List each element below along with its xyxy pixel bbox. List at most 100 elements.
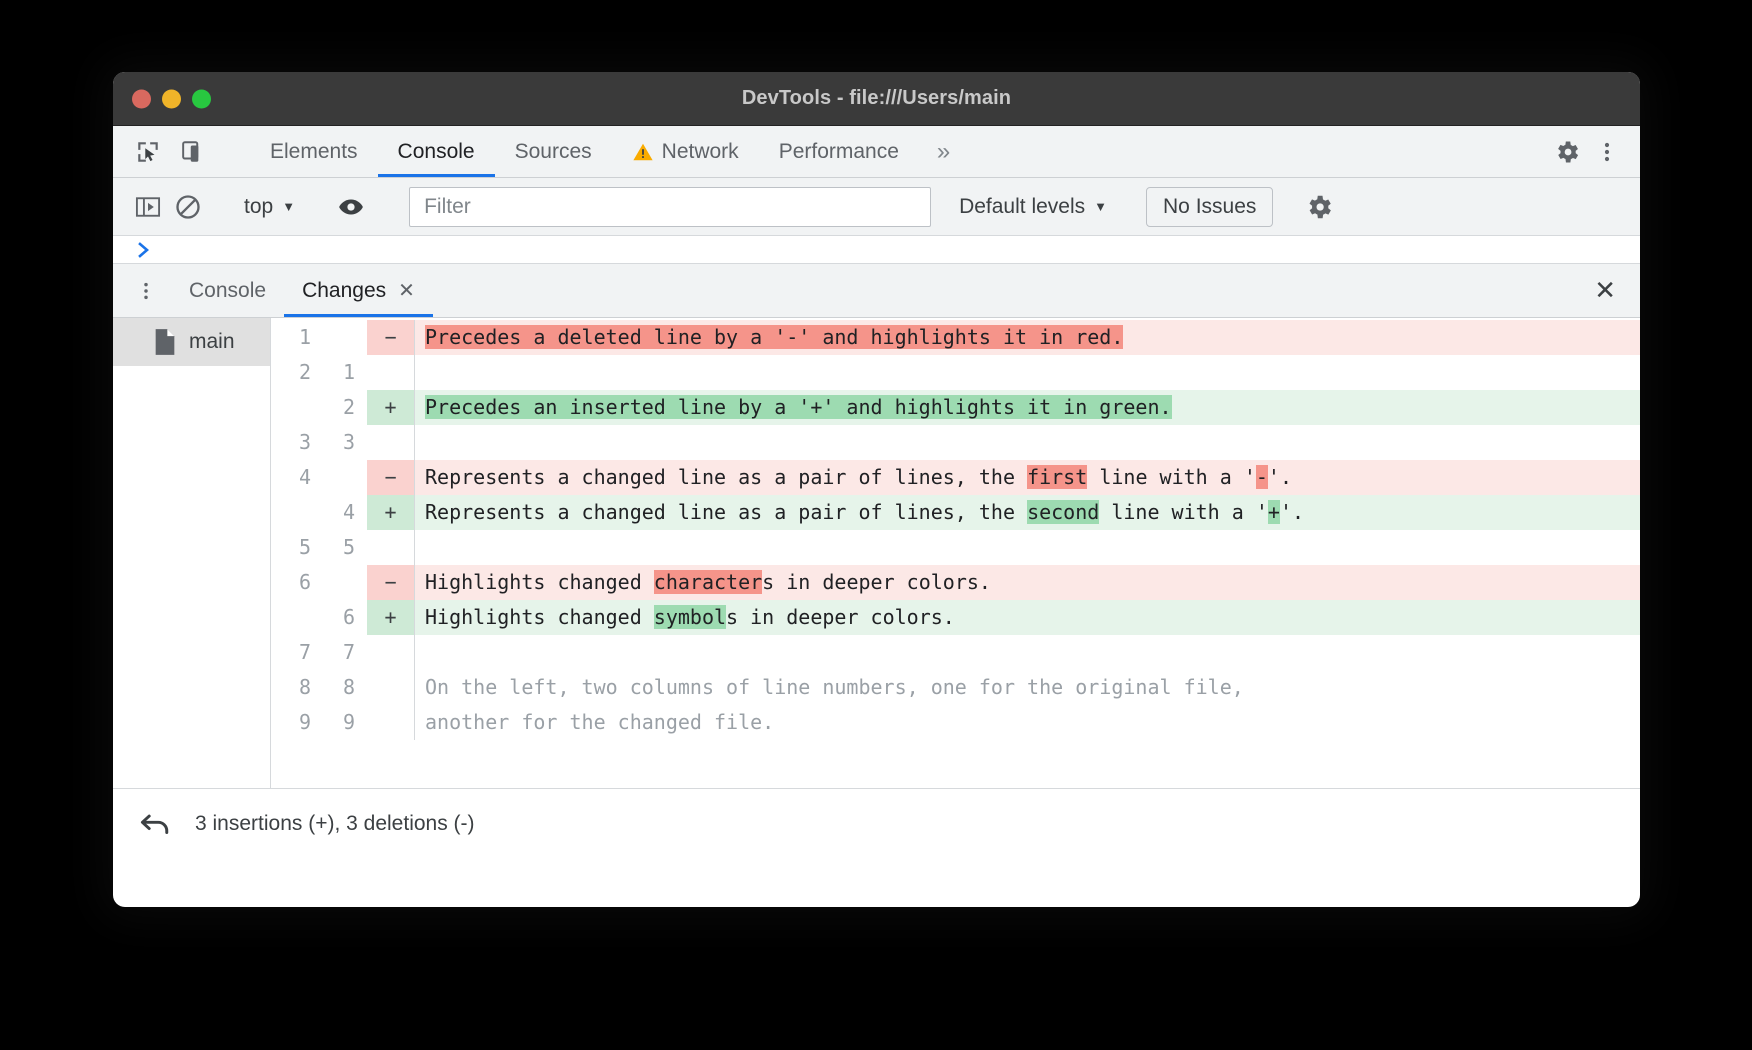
diff-line-number-original: 9 [271,705,315,740]
console-prompt-row[interactable] [113,236,1640,264]
diff-marker [367,705,415,740]
changes-footer: 3 insertions (+), 3 deletions (-) [113,788,1640,858]
tab-network[interactable]: Network [612,126,759,177]
diff-marker: + [367,390,415,425]
traffic-light-buttons [132,89,211,108]
panel-icon-group [113,126,250,177]
diff-changed-segment: - [1256,465,1268,489]
log-levels-selector[interactable]: Default levels ▼ [949,195,1117,219]
log-levels-label: Default levels [959,195,1085,219]
issues-button[interactable]: No Issues [1146,187,1273,227]
diff-line-number-changed: 5 [315,530,359,565]
console-sidebar-icon[interactable] [131,190,165,224]
device-toolbar-icon[interactable] [177,135,211,169]
tab-performance-label: Performance [779,140,899,164]
diff-line-number-changed: 3 [315,425,359,460]
diff-changed-segment: character [654,570,762,594]
diff-line-number-original: 6 [271,565,315,600]
window-title: DevTools - file:///Users/main [742,87,1011,110]
diff-marker: − [367,565,415,600]
prompt-chevron-icon [137,241,153,259]
drawer-menu-button[interactable] [113,264,171,317]
diff-row: 2+ Precedes an inserted line by a '+' and… [271,390,1640,425]
more-tabs-chevron-icon[interactable]: » [919,126,968,177]
changes-panel-body: main 1−Precedes a deleted line by a '-' … [113,318,1640,788]
maximize-window-button[interactable] [192,89,211,108]
diff-line-text: Precedes an inserted line by a '+' and h… [415,390,1640,425]
devtools-window: DevTools - file:///Users/main [113,72,1640,907]
diff-plain-segment: Represents a changed line as a pair of l… [425,465,1027,489]
diff-line-text: another for the changed file. [415,705,1640,740]
diff-line-text [415,635,1640,670]
diff-line-number-original: 5 [271,530,315,565]
diff-plain-segment: another for the changed file. [425,710,774,734]
diff-plain-segment: s in deeper colors. [726,605,955,629]
kebab-menu-icon [135,279,157,303]
diff-line-number-original: 8 [271,670,315,705]
file-document-icon [153,328,177,356]
revert-arrow-icon[interactable] [139,810,173,838]
tab-performance[interactable]: Performance [759,126,919,177]
tab-network-label: Network [662,140,739,164]
diff-changed-segment: symbol [654,605,726,629]
tab-sources-label: Sources [515,140,592,164]
tab-console[interactable]: Console [378,126,495,177]
kebab-menu-icon[interactable] [1590,135,1624,169]
close-window-button[interactable] [132,89,151,108]
gear-icon[interactable] [1302,190,1336,224]
drawer-tab-console-label: Console [189,279,266,303]
diff-line-text: On the left, two columns of line numbers… [415,670,1640,705]
execution-context-label: top [244,195,273,219]
diff-changed-segment: + [1268,500,1280,524]
tab-console-label: Console [398,140,475,164]
filter-input[interactable]: Filter [409,187,931,227]
inspect-cursor-icon[interactable] [131,135,165,169]
diff-line-text [415,425,1640,460]
diff-line-text: Highlights changed symbols in deeper col… [415,600,1640,635]
diff-line-text: Precedes a deleted line by a '-' and hig… [415,320,1640,355]
diff-changed-segment: Precedes an inserted line by a '+' and h… [425,395,1172,419]
diff-line-number-changed [315,460,359,495]
diff-line-number-original: 7 [271,635,315,670]
changes-summary-text: 3 insertions (+), 3 deletions (-) [195,812,475,836]
diff-row: 55 [271,530,1640,565]
diff-plain-segment: s in deeper colors. [762,570,991,594]
diff-line-number-changed: 2 [315,390,359,425]
tab-sources[interactable]: Sources [495,126,612,177]
panel-tabs: Elements Console Sources [250,126,968,177]
diff-marker: − [367,320,415,355]
gear-icon[interactable] [1550,135,1584,169]
file-list-item-label: main [189,330,235,354]
screenshot-stage: DevTools - file:///Users/main [0,0,1752,1050]
close-tab-icon[interactable]: ✕ [398,278,415,303]
diff-plain-segment: Represents a changed line as a pair of l… [425,500,1027,524]
diff-line-number-changed: 1 [315,355,359,390]
file-list-item-main[interactable]: main [113,318,270,366]
diff-line-text: Represents a changed line as a pair of l… [415,460,1640,495]
diff-line-number-original: 4 [271,460,315,495]
diff-viewer[interactable]: 1−Precedes a deleted line by a '-' and h… [271,318,1640,788]
diff-line-number-changed: 6 [315,600,359,635]
diff-line-number-changed [315,565,359,600]
changed-files-sidebar: main [113,318,271,788]
tab-elements[interactable]: Elements [250,126,378,177]
diff-line-number-original: 1 [271,320,315,355]
drawer-tab-changes[interactable]: Changes ✕ [284,264,433,317]
diff-marker: + [367,495,415,530]
diff-marker [367,635,415,670]
diff-line-number-original [271,495,315,530]
clear-console-icon[interactable] [171,190,205,224]
diff-line-number-original [271,390,315,425]
minimize-window-button[interactable] [162,89,181,108]
diff-row: 77 [271,635,1640,670]
execution-context-selector[interactable]: top ▼ [234,195,305,219]
drawer-tab-console[interactable]: Console [171,264,284,317]
diff-line-text [415,355,1640,390]
devtools-main-tabbar: Elements Console Sources [113,126,1640,178]
diff-changed-segment: Precedes a deleted line by a '-' and hig… [425,325,1123,349]
diff-row: 1 −Precedes a deleted line by a '-' and h… [271,320,1640,355]
live-expression-eye-icon[interactable] [334,190,368,224]
diff-changed-segment: first [1027,465,1087,489]
diff-row: 21 [271,355,1640,390]
close-drawer-icon[interactable]: ✕ [1594,264,1640,317]
